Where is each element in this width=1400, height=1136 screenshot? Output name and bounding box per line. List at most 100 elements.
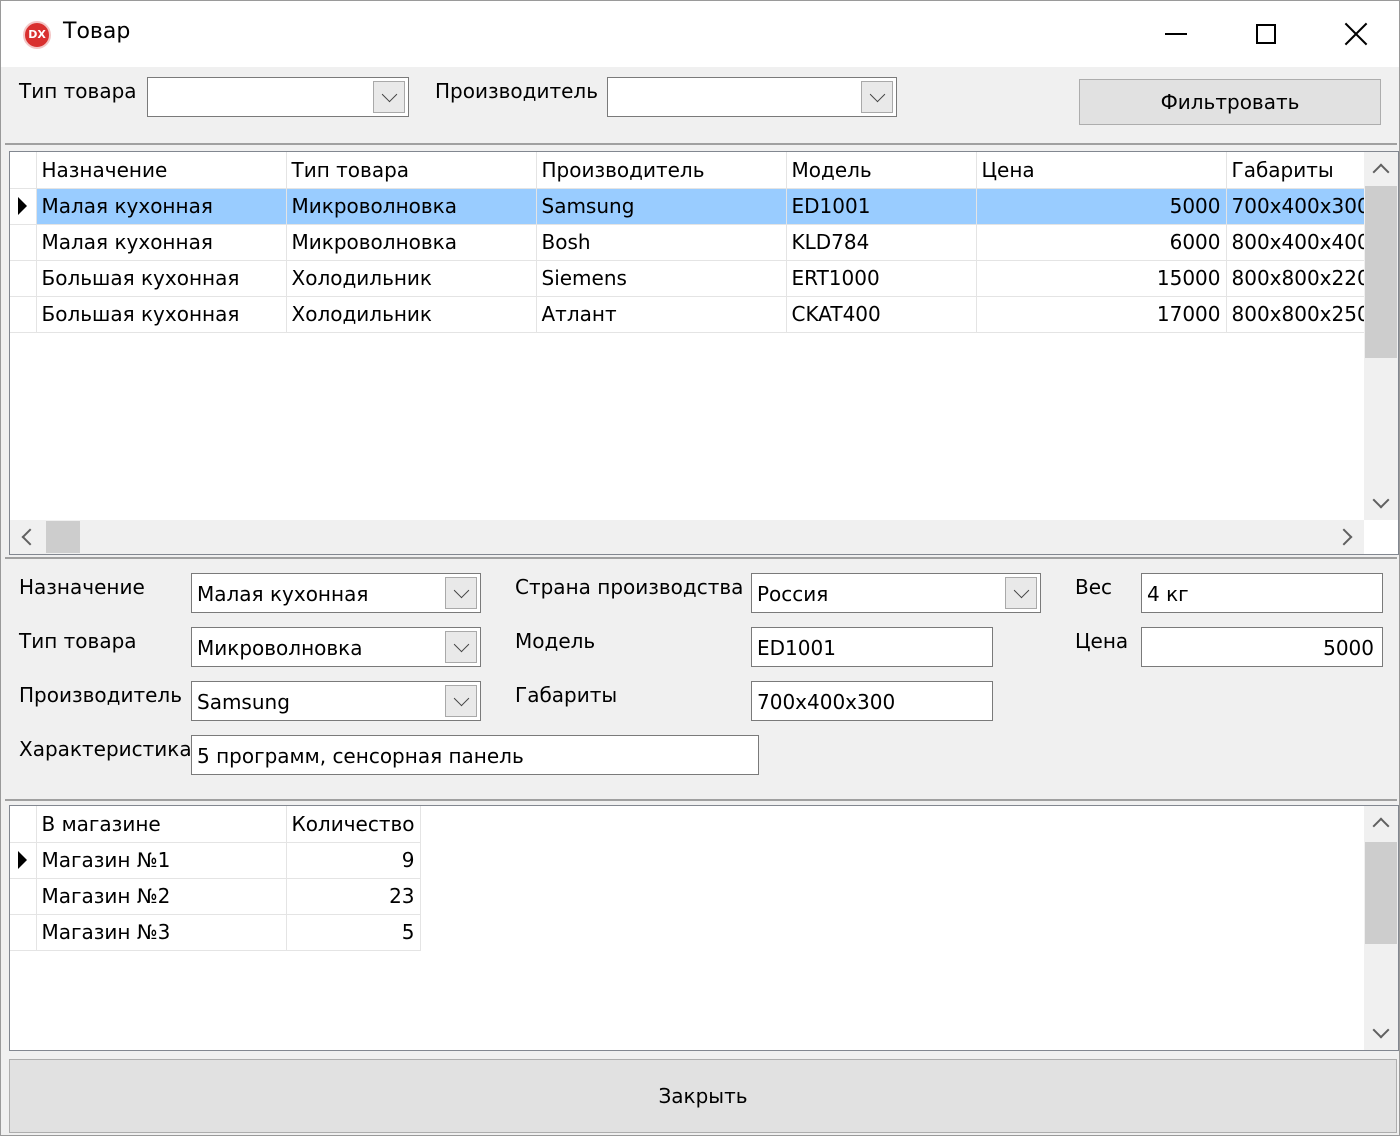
scroll-thumb[interactable] <box>1365 842 1397 944</box>
cell[interactable]: Магазин №3 <box>36 914 287 951</box>
cell[interactable]: 800x400x400 <box>1226 224 1376 261</box>
dropdown-button[interactable] <box>373 81 405 113</box>
cell[interactable]: Siemens <box>536 260 787 297</box>
table-row[interactable]: Магазин №2 23 <box>10 878 421 915</box>
cell[interactable]: Магазин №1 <box>36 842 287 879</box>
product-window: DX Товар Тип товара Производитель Фильтр… <box>0 0 1400 1136</box>
scroll-up-button[interactable] <box>1364 806 1398 840</box>
country-combo[interactable]: Россия <box>751 573 1041 613</box>
scroll-thumb[interactable] <box>1365 186 1397 358</box>
products-vertical-scrollbar[interactable] <box>1364 152 1398 520</box>
cell[interactable]: Магазин №2 <box>36 878 287 915</box>
row-indicator <box>10 224 37 261</box>
cell[interactable]: 5000 <box>976 188 1227 225</box>
cell[interactable]: Samsung <box>536 188 787 225</box>
cell[interactable]: Холодильник <box>286 296 537 333</box>
table-row[interactable]: Большая кухонная Холодильник Атлант CKAT… <box>10 296 1376 333</box>
column-header[interactable]: Количество <box>286 806 421 843</box>
column-header[interactable]: Цена <box>976 152 1227 189</box>
cell[interactable]: Малая кухонная <box>36 224 287 261</box>
cell[interactable]: ED1001 <box>786 188 977 225</box>
cell[interactable]: Большая кухонная <box>36 260 287 297</box>
cell[interactable]: Большая кухонная <box>36 296 287 333</box>
table-row[interactable]: Малая кухонная Микроволновка Samsung ED1… <box>10 188 1376 225</box>
scroll-down-button[interactable] <box>1364 1016 1398 1050</box>
cell[interactable]: Малая кухонная <box>36 188 287 225</box>
column-header[interactable]: В магазине <box>36 806 287 843</box>
filter-type-combo[interactable] <box>147 77 409 117</box>
price-value: 5000 <box>1323 636 1374 660</box>
type-combo[interactable]: Микроволновка <box>191 627 481 667</box>
dropdown-button[interactable] <box>861 81 893 113</box>
scroll-down-button[interactable] <box>1364 486 1398 520</box>
scroll-thumb[interactable] <box>46 521 80 553</box>
filter-button[interactable]: Фильтровать <box>1079 79 1381 125</box>
column-header[interactable]: Модель <box>786 152 977 189</box>
divider <box>5 557 1397 559</box>
table-row[interactable]: Большая кухонная Холодильник Siemens ERT… <box>10 260 1376 297</box>
maker-combo[interactable]: Samsung <box>191 681 481 721</box>
cell[interactable]: Микроволновка <box>286 188 537 225</box>
minimize-icon <box>1165 33 1187 35</box>
table-row[interactable]: Магазин №1 9 <box>10 842 421 879</box>
close-window-button[interactable] <box>1311 9 1399 59</box>
purpose-combo[interactable]: Малая кухонная <box>191 573 481 613</box>
cell[interactable]: 5 <box>286 914 421 951</box>
table-row[interactable]: Малая кухонная Микроволновка Bosh KLD784… <box>10 224 1376 261</box>
size-field[interactable]: 700x400x300 <box>751 681 993 721</box>
price-field[interactable]: 5000 <box>1141 627 1383 667</box>
spec-field[interactable]: 5 программ, сенсорная панель <box>191 735 759 775</box>
cell[interactable]: 800x800x250 <box>1226 296 1376 333</box>
row-indicator <box>10 914 37 951</box>
minimize-button[interactable] <box>1131 9 1221 59</box>
cell[interactable]: KLD784 <box>786 224 977 261</box>
column-header[interactable]: Габариты <box>1226 152 1376 189</box>
scroll-right-button[interactable] <box>1330 520 1364 554</box>
scroll-left-button[interactable] <box>10 520 44 554</box>
cell[interactable]: Холодильник <box>286 260 537 297</box>
dropdown-button[interactable] <box>445 685 477 717</box>
cell[interactable]: 6000 <box>976 224 1227 261</box>
filter-maker-combo[interactable] <box>607 77 897 117</box>
model-field[interactable]: ED1001 <box>751 627 993 667</box>
maximize-button[interactable] <box>1221 9 1311 59</box>
scroll-up-button[interactable] <box>1364 152 1398 186</box>
close-button[interactable]: Закрыть <box>9 1059 1397 1133</box>
divider <box>5 799 1397 801</box>
cell[interactable]: 9 <box>286 842 421 879</box>
products-grid[interactable]: Назначение Тип товара Производитель Моде… <box>9 151 1399 555</box>
country-value: Россия <box>757 582 829 606</box>
cell[interactable]: Bosh <box>536 224 787 261</box>
chevron-down-icon <box>1372 491 1390 509</box>
cell[interactable]: CKAT400 <box>786 296 977 333</box>
cell[interactable]: 17000 <box>976 296 1227 333</box>
weight-field[interactable]: 4 кг <box>1141 573 1383 613</box>
dropdown-button[interactable] <box>445 631 477 663</box>
dropdown-button[interactable] <box>445 577 477 609</box>
products-horizontal-scrollbar[interactable] <box>10 520 1364 554</box>
type-label: Тип товара <box>19 629 137 653</box>
cell[interactable]: 23 <box>286 878 421 915</box>
cell[interactable]: 700x400x300 <box>1226 188 1376 225</box>
chevron-up-icon <box>1372 163 1390 181</box>
cell[interactable]: 800x800x220 <box>1226 260 1376 297</box>
current-row-arrow-icon <box>18 197 27 215</box>
column-header[interactable]: Назначение <box>36 152 287 189</box>
column-header[interactable]: Производитель <box>536 152 787 189</box>
dropdown-button[interactable] <box>1005 577 1037 609</box>
cell[interactable]: Атлант <box>536 296 787 333</box>
stock-grid[interactable]: В магазине Количество Магазин №1 9 Магаз… <box>9 805 1399 1051</box>
size-value: 700x400x300 <box>757 690 896 714</box>
chevron-left-icon <box>21 528 39 546</box>
table-row[interactable]: Магазин №3 5 <box>10 914 421 951</box>
model-value: ED1001 <box>757 636 836 660</box>
cell[interactable]: Микроволновка <box>286 224 537 261</box>
stock-vertical-scrollbar[interactable] <box>1364 806 1398 1050</box>
cell[interactable]: 15000 <box>976 260 1227 297</box>
cell[interactable]: ERT1000 <box>786 260 977 297</box>
column-header[interactable]: Тип товара <box>286 152 537 189</box>
chevron-down-icon <box>453 582 469 598</box>
divider <box>5 143 1397 145</box>
country-label: Страна производства <box>515 575 744 599</box>
row-indicator <box>10 842 37 879</box>
